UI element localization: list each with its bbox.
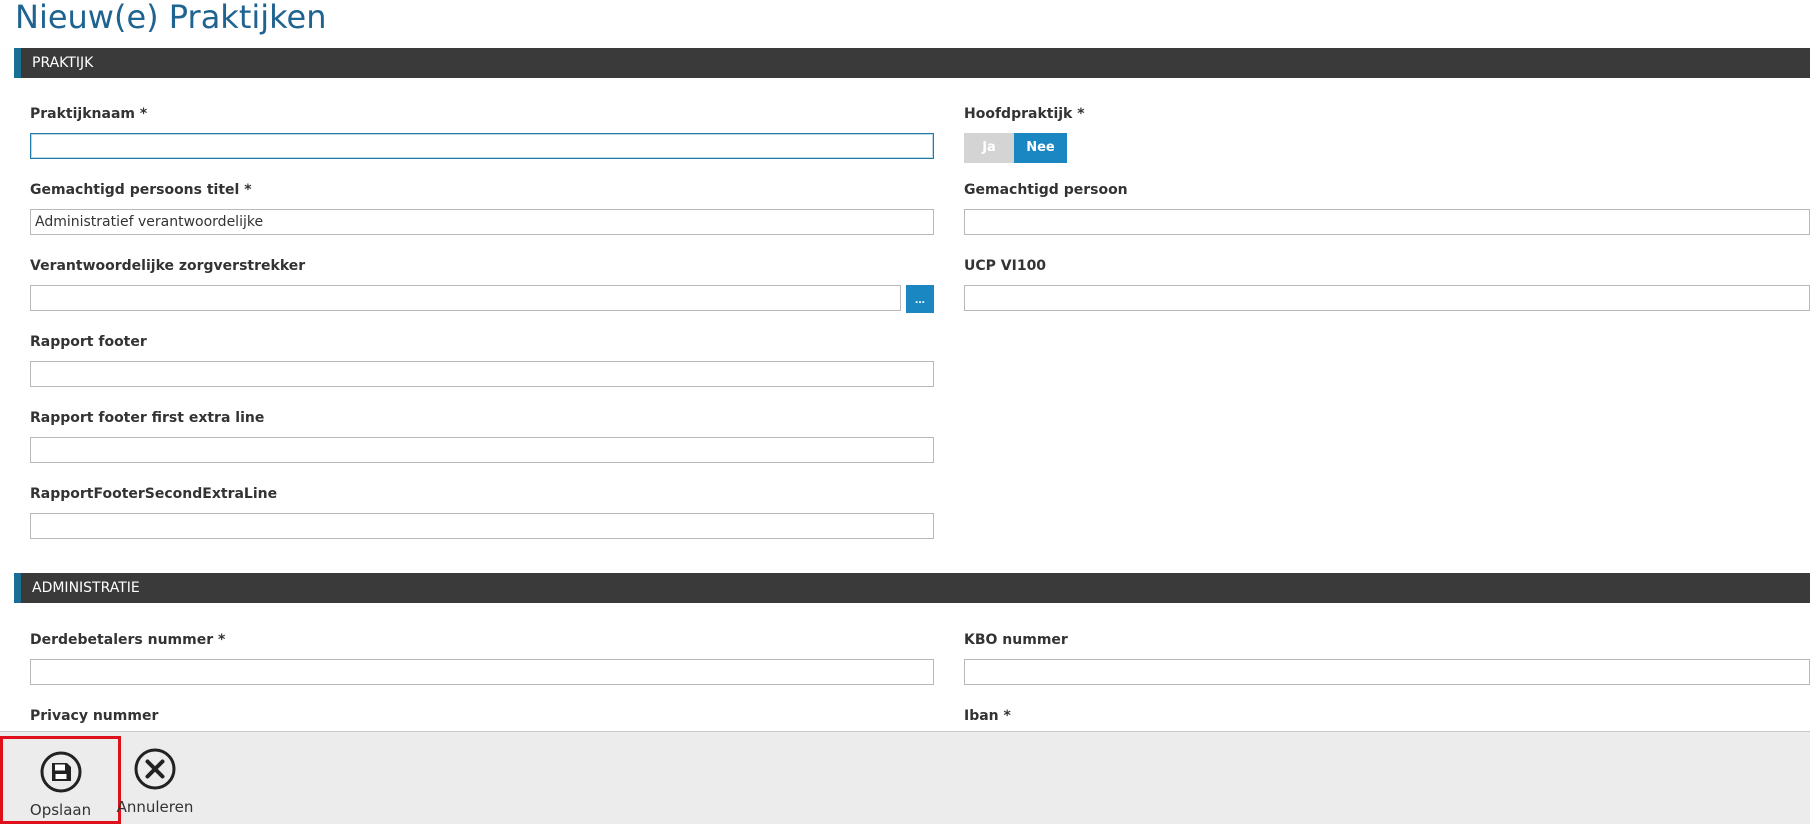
derdebetalers-nummer-label: Derdebetalers nummer * [30, 632, 226, 648]
rapport-footer-first-extra-line-label: Rapport footer first extra line [30, 410, 265, 426]
iban-label: Iban * [964, 708, 1011, 724]
kbo-nummer-input[interactable] [964, 659, 1810, 685]
praktijknaam-label: Praktijknaam * [30, 106, 148, 122]
ucp-vi100-input[interactable] [964, 285, 1810, 311]
section-header-administratie: ADMINISTRATIE [14, 573, 1810, 603]
ucp-vi100-label: UCP VI100 [964, 258, 1047, 274]
gemachtigd-persoon-label: Gemachtigd persoon [964, 182, 1128, 198]
form-viewport: Nieuw(e) Praktijken PRAKTIJK Praktijknaa… [0, 0, 1810, 731]
save-button-label: Opslaan [29, 801, 92, 819]
save-button[interactable]: Opslaan [0, 736, 121, 824]
kbo-nummer-label: KBO nummer [964, 632, 1068, 648]
rapport-footer-label: Rapport footer [30, 334, 147, 350]
gemachtigd-persoons-titel-label: Gemachtigd persoons titel * [30, 182, 252, 198]
bottom-toolbar: Opslaan Annuleren [0, 731, 1810, 824]
privacy-nummer-label: Privacy nummer [30, 708, 159, 724]
rapport-footer-first-extra-line-input[interactable] [30, 437, 934, 463]
rapport-footer-second-extra-line-input[interactable] [30, 513, 934, 539]
hoofdpraktijk-option-nee[interactable]: Nee [1014, 133, 1067, 163]
verantwoordelijke-zorgverstrekker-label: Verantwoordelijke zorgverstrekker [30, 258, 306, 274]
rapport-footer-input[interactable] [30, 361, 934, 387]
praktijknaam-input[interactable] [30, 133, 934, 159]
section-header-praktijk: PRAKTIJK [14, 48, 1810, 78]
rapport-footer-second-extra-line-label: RapportFooterSecondExtraLine [30, 486, 278, 502]
derdebetalers-nummer-input[interactable] [30, 659, 934, 685]
hoofdpraktijk-toggle[interactable]: Ja Nee [964, 133, 1067, 163]
verantwoordelijke-zorgverstrekker-input[interactable] [30, 285, 901, 311]
close-circle-icon [134, 748, 176, 790]
cancel-button[interactable]: Annuleren [115, 736, 195, 824]
cancel-button-label: Annuleren [116, 798, 194, 816]
zorgverstrekker-lookup-button[interactable]: ... [906, 285, 934, 313]
floppy-disk-icon [40, 751, 81, 793]
hoofdpraktijk-option-ja[interactable]: Ja [964, 133, 1014, 163]
gemachtigd-persoon-input[interactable] [964, 209, 1810, 235]
page-title: Nieuw(e) Praktijken [15, 0, 327, 36]
gemachtigd-persoons-titel-input[interactable] [30, 209, 934, 235]
hoofdpraktijk-label: Hoofdpraktijk * [964, 106, 1085, 122]
